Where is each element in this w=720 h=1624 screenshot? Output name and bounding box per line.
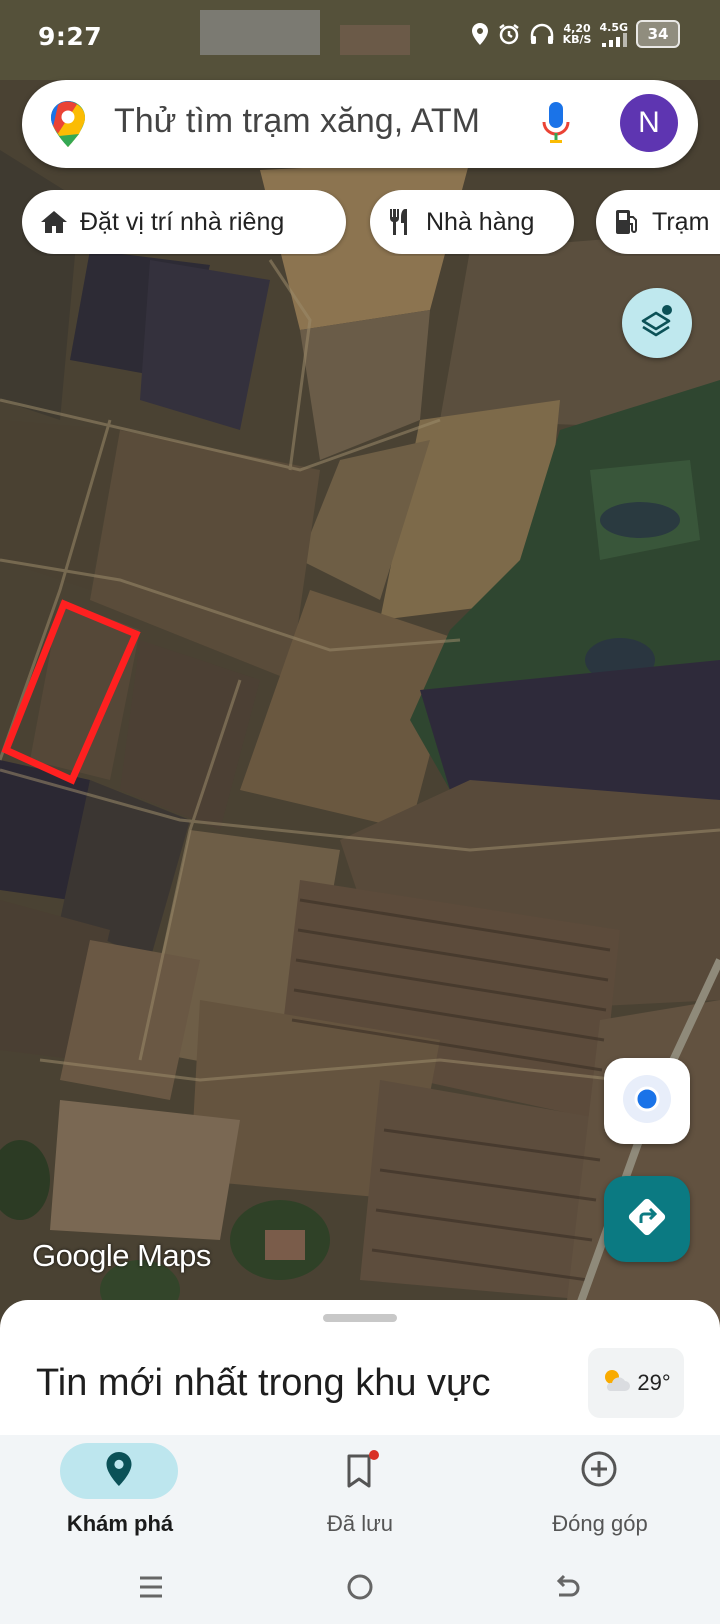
signal-icon: 4.5G: [599, 22, 628, 47]
network-type: 4.5G: [599, 20, 628, 34]
chip-restaurants-label: Nhà hàng: [426, 207, 535, 236]
back-arrow-icon: [553, 1573, 581, 1605]
google-maps-logo-icon: [50, 100, 86, 152]
battery-icon: 34: [636, 20, 680, 48]
weather-chip[interactable]: 29°: [588, 1348, 684, 1418]
home-button[interactable]: [335, 1567, 385, 1611]
menu-icon: [138, 1575, 164, 1603]
tab-contribute-label: Đóng góp: [552, 1511, 648, 1536]
saved-notification-badge: [369, 1450, 379, 1460]
alarm-icon: [497, 22, 521, 46]
bottom-sheet[interactable]: Tin mới nhất trong khu vực 29°: [0, 1300, 720, 1435]
sheet-drag-handle[interactable]: [323, 1314, 397, 1322]
chip-restaurants[interactable]: Nhà hàng: [370, 190, 574, 254]
tab-explore-label: Khám phá: [66, 1511, 174, 1536]
location-dot-icon: [619, 1071, 675, 1131]
map-watermark: Google Maps: [32, 1238, 211, 1273]
directions-button[interactable]: [604, 1176, 690, 1262]
temperature-value: 29°: [637, 1370, 671, 1395]
tab-contribute[interactable]: Đóng góp: [480, 1435, 720, 1553]
partly-sunny-icon: [601, 1367, 631, 1399]
recent-apps-button[interactable]: [126, 1567, 176, 1611]
status-time: 9:27: [38, 22, 103, 51]
microphone-icon[interactable]: [542, 100, 570, 150]
explore-pin-icon: [105, 1451, 133, 1491]
layers-button[interactable]: [622, 288, 692, 358]
tab-explore-indicator: [60, 1443, 178, 1499]
location-icon: [471, 22, 489, 46]
restaurant-icon: [388, 207, 414, 237]
tab-saved-indicator: [300, 1443, 418, 1499]
account-avatar[interactable]: N: [620, 94, 678, 152]
back-button[interactable]: [542, 1567, 592, 1611]
home-icon: [40, 209, 68, 235]
tab-saved[interactable]: Đã lưu: [240, 1435, 480, 1553]
bottom-navigation: Khám phá Đã lưu Đóng góp: [0, 1435, 720, 1553]
layers-icon: [639, 303, 675, 343]
headset-icon: [529, 22, 555, 46]
tab-explore[interactable]: Khám phá: [0, 1435, 240, 1553]
network-speed: 4,20 KB/S: [563, 23, 592, 45]
tab-contribute-indicator: [540, 1443, 658, 1499]
system-navigation-bar: [0, 1553, 720, 1624]
status-bar: 9:27 4,20 KB/S 4.5G 34: [0, 0, 720, 78]
gas-station-icon: [614, 208, 640, 236]
network-speed-unit: KB/S: [562, 33, 592, 46]
home-circle-icon: [346, 1573, 374, 1605]
bookmark-icon: [345, 1450, 379, 1489]
tab-saved-label: Đã lưu: [326, 1511, 394, 1536]
chip-gas-station[interactable]: Trạm: [596, 190, 720, 254]
status-icons: 4,20 KB/S 4.5G 34: [471, 20, 680, 48]
local-news-title: Tin mới nhất trong khu vực: [36, 1362, 491, 1404]
chip-home-label: Đặt vị trí nhà riêng: [80, 207, 285, 236]
chip-gas-station-label: Trạm: [652, 207, 710, 236]
chip-home[interactable]: Đặt vị trí nhà riêng: [22, 190, 346, 254]
search-input[interactable]: Thử tìm trạm xăng, ATM: [114, 102, 480, 141]
my-location-button[interactable]: [604, 1058, 690, 1144]
search-bar[interactable]: Thử tìm trạm xăng, ATM N: [22, 80, 698, 168]
add-circle-icon: [580, 1450, 618, 1492]
category-chips: Đặt vị trí nhà riêng Nhà hàng Trạm: [22, 190, 720, 256]
directions-icon: [625, 1195, 669, 1243]
